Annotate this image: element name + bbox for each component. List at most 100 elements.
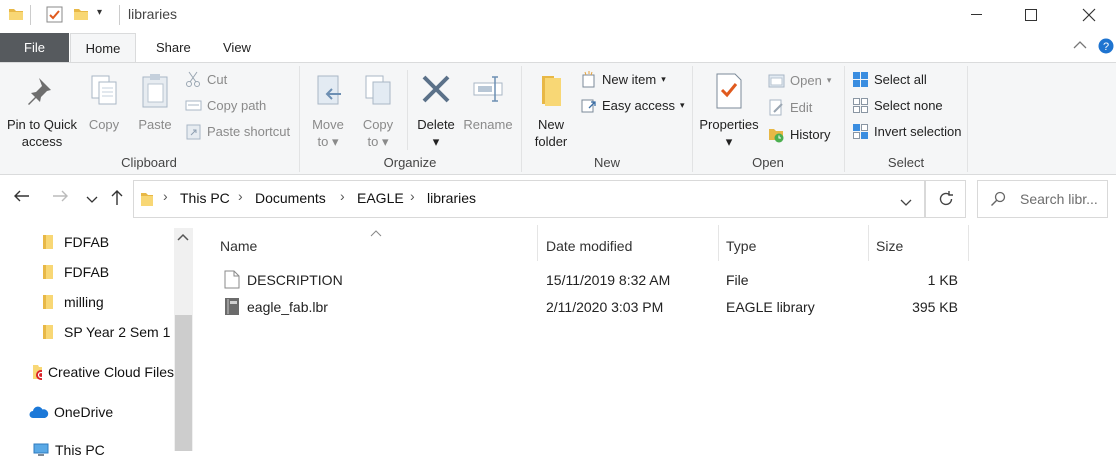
- file-row[interactable]: DESCRIPTION 15/11/2019 8:32 AM File 1 KB: [218, 267, 978, 294]
- nav-item-sp-year-2-sem-1[interactable]: SP Year 2 Sem 1: [0, 317, 174, 347]
- tab-view[interactable]: View: [209, 33, 265, 62]
- file-size: 395 KB: [912, 299, 958, 315]
- breadcrumb-libraries[interactable]: libraries: [427, 190, 476, 206]
- pin-to-quick-access-button[interactable]: Pin to Quick access: [6, 72, 78, 150]
- scroll-up-icon[interactable]: [176, 230, 190, 245]
- file-date: 2/11/2020 3:03 PM: [546, 299, 664, 315]
- paste-shortcut-icon: [186, 124, 201, 139]
- new-item-button[interactable]: New item ▾: [580, 68, 666, 90]
- file-type: File: [726, 272, 749, 288]
- address-folder-icon: [140, 191, 154, 210]
- nav-item-this-pc[interactable]: This PC: [0, 435, 174, 465]
- breadcrumb-separator-icon: ›: [238, 188, 243, 204]
- window-title: libraries: [128, 6, 178, 22]
- creative-cloud-icon: [33, 365, 42, 380]
- open-button[interactable]: Open ▾: [768, 69, 831, 91]
- invert-selection-button[interactable]: Invert selection: [852, 120, 961, 142]
- nav-scrollbar-thumb[interactable]: [175, 315, 192, 451]
- open-icon: [768, 74, 785, 87]
- new-folder-button[interactable]: New folder: [528, 72, 574, 150]
- select-all-button[interactable]: Select all: [852, 68, 927, 90]
- breadcrumb-documents[interactable]: Documents: [255, 190, 326, 206]
- close-icon[interactable]: [1060, 0, 1116, 30]
- tab-home[interactable]: Home: [70, 33, 136, 63]
- back-arrow-icon[interactable]: [12, 188, 30, 209]
- delete-x-icon: [422, 75, 450, 103]
- properties-icon: [716, 73, 742, 109]
- copy-button[interactable]: Copy: [84, 72, 124, 133]
- properties-check-icon[interactable]: [46, 6, 64, 27]
- easy-access-button[interactable]: Easy access ▾: [580, 94, 685, 116]
- scissors-icon: [186, 71, 200, 87]
- group-divider: [967, 66, 968, 172]
- nav-item-creative-cloud-files[interactable]: Creative Cloud Files: [0, 357, 174, 387]
- file-name: eagle_fab.lbr: [247, 299, 328, 315]
- search-input[interactable]: Search libr...: [977, 180, 1108, 218]
- cut-button[interactable]: Cut: [185, 68, 227, 90]
- copy-to-button[interactable]: Copy to ▾: [358, 72, 398, 150]
- column-divider[interactable]: [718, 225, 719, 261]
- invert-selection-icon: [853, 123, 868, 139]
- group-label-select: Select: [887, 155, 925, 170]
- column-divider[interactable]: [868, 225, 869, 261]
- minimize-ribbon-icon[interactable]: [1073, 38, 1087, 53]
- nav-item-fdfab[interactable]: FDFAB: [0, 257, 174, 287]
- breadcrumb-separator-icon: ›: [410, 188, 415, 204]
- copy-icon: [91, 75, 117, 105]
- folder-icon: [8, 6, 24, 25]
- column-divider[interactable]: [537, 225, 538, 261]
- paste-shortcut-button[interactable]: Paste shortcut: [185, 120, 290, 142]
- breadcrumb-this-pc[interactable]: This PC: [180, 190, 230, 206]
- up-arrow-icon[interactable]: [109, 188, 125, 211]
- minimize-icon[interactable]: [948, 0, 1006, 30]
- tab-share[interactable]: Share: [142, 33, 205, 62]
- history-icon: [769, 128, 784, 142]
- pin-icon: [28, 78, 51, 105]
- new-folder-qat-icon[interactable]: [73, 6, 89, 25]
- maximize-icon[interactable]: [1002, 0, 1060, 30]
- nav-item-milling[interactable]: milling: [0, 287, 174, 317]
- eagle-library-icon: [225, 298, 239, 315]
- select-none-button[interactable]: Select none: [852, 94, 943, 116]
- delete-button[interactable]: Delete ▾: [414, 72, 458, 150]
- file-type: EAGLE library: [726, 299, 815, 315]
- help-icon[interactable]: ?: [1098, 38, 1114, 57]
- refresh-button[interactable]: [925, 180, 966, 218]
- history-button[interactable]: History: [768, 123, 830, 145]
- file-row[interactable]: eagle_fab.lbr 2/11/2020 3:03 PM EAGLE li…: [218, 294, 978, 321]
- search-icon: [991, 191, 1006, 206]
- column-header-type[interactable]: Type: [726, 232, 756, 260]
- column-divider[interactable]: [968, 225, 969, 261]
- folder-icon: [43, 235, 53, 249]
- nav-item-onedrive[interactable]: OneDrive: [0, 397, 174, 427]
- copy-to-icon: [365, 75, 391, 105]
- group-label-open: Open: [752, 155, 784, 170]
- move-to-button[interactable]: Move to ▾: [308, 72, 348, 150]
- file-icon: [224, 270, 240, 289]
- column-header-name[interactable]: Name: [220, 232, 257, 260]
- group-label-new: New: [593, 155, 620, 170]
- select-none-icon: [853, 97, 868, 113]
- properties-button[interactable]: Properties ▾: [696, 72, 762, 150]
- column-header-date-modified[interactable]: Date modified: [546, 232, 632, 260]
- nav-item-fdfab[interactable]: FDFAB: [0, 227, 174, 257]
- address-dropdown-chevron-icon[interactable]: [900, 195, 912, 210]
- new-item-icon: [582, 70, 595, 87]
- edit-icon: [769, 99, 783, 115]
- rename-button[interactable]: Rename: [462, 72, 514, 133]
- address-bar[interactable]: [133, 180, 925, 218]
- recent-locations-chevron-icon[interactable]: [86, 191, 98, 209]
- breadcrumb-eagle[interactable]: EAGLE: [357, 190, 404, 206]
- column-header-size[interactable]: Size: [876, 232, 903, 260]
- customize-qat-icon[interactable]: ▾: [97, 7, 102, 18]
- breadcrumb-separator-icon: ›: [163, 188, 168, 204]
- paste-button[interactable]: Paste: [134, 72, 176, 133]
- edit-button[interactable]: Edit: [768, 96, 812, 118]
- folder-icon: [43, 265, 53, 279]
- copy-path-button[interactable]: Copy path: [185, 94, 266, 116]
- forward-arrow-icon[interactable]: [52, 188, 70, 209]
- select-all-icon: [853, 71, 868, 87]
- tab-file[interactable]: File: [0, 33, 69, 62]
- move-to-icon: [317, 75, 341, 105]
- breadcrumb-separator-icon: ›: [340, 188, 345, 204]
